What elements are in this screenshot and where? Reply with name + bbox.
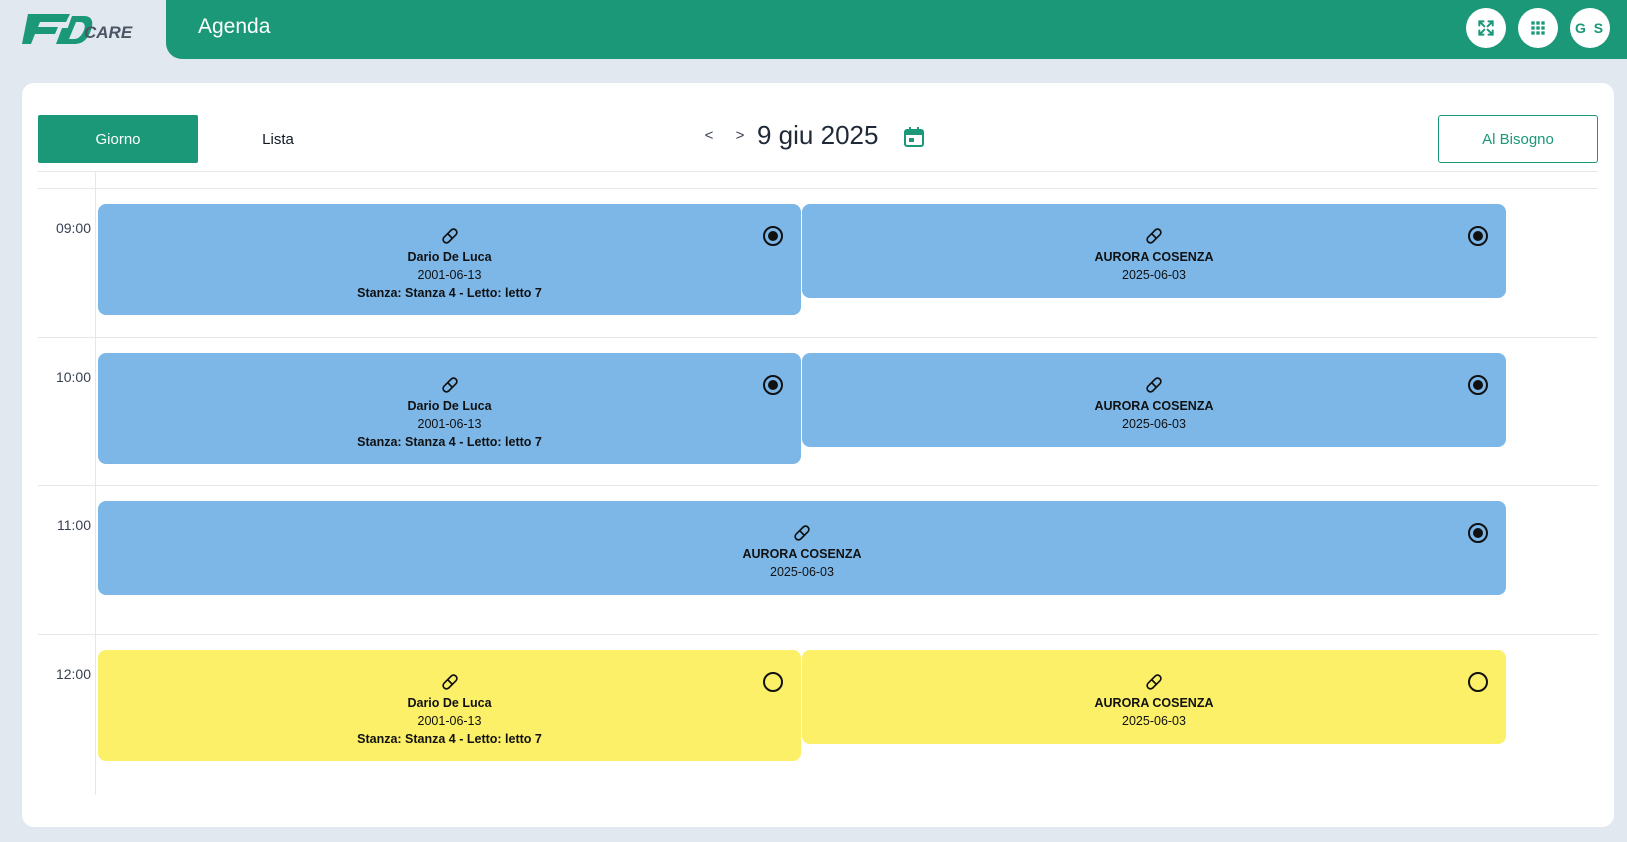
status-radio[interactable] bbox=[1468, 672, 1488, 692]
event-card[interactable]: Dario De Luca 2001-06-13 Stanza: Stanza … bbox=[98, 353, 801, 464]
event-card[interactable]: AURORA COSENZA 2025-06-03 bbox=[802, 650, 1506, 744]
next-day-button[interactable]: > bbox=[730, 127, 750, 144]
grid-line bbox=[38, 485, 1598, 486]
tab-day[interactable]: Giorno bbox=[38, 115, 198, 163]
pill-icon bbox=[1146, 674, 1162, 690]
page-title: Agenda bbox=[198, 15, 271, 38]
status-radio[interactable] bbox=[1468, 523, 1488, 543]
fidcare-logo[interactable]: CARE bbox=[22, 8, 142, 48]
schedule-grid: 09:00 Dario De Luca 2001-06-13 Stanza: S… bbox=[38, 171, 1598, 795]
patient-name: Dario De Luca bbox=[407, 696, 492, 710]
patient-room: Stanza: Stanza 4 - Letto: letto 7 bbox=[357, 286, 542, 300]
patient-date: 2025-06-03 bbox=[1122, 714, 1186, 728]
patient-name: Dario De Luca bbox=[407, 250, 492, 264]
patient-date: 2001-06-13 bbox=[417, 268, 482, 282]
fullscreen-button[interactable] bbox=[1466, 8, 1506, 48]
grid-line bbox=[38, 634, 1598, 635]
patient-date: 2025-06-03 bbox=[1122, 417, 1186, 431]
patient-name: AURORA COSENZA bbox=[1094, 250, 1214, 264]
time-label: 11:00 bbox=[57, 517, 91, 533]
pill-icon bbox=[794, 525, 810, 541]
patient-name: Dario De Luca bbox=[407, 399, 492, 413]
tab-list[interactable]: Lista bbox=[198, 115, 358, 163]
patient-date: 2001-06-13 bbox=[417, 417, 482, 431]
status-radio[interactable] bbox=[763, 672, 783, 692]
grid-line bbox=[38, 188, 1598, 189]
event-card[interactable]: Dario De Luca 2001-06-13 Stanza: Stanza … bbox=[98, 204, 801, 315]
patient-date: 2025-06-03 bbox=[1122, 268, 1186, 282]
patient-name: AURORA COSENZA bbox=[742, 547, 862, 561]
grid-line bbox=[38, 337, 1598, 338]
apps-grid-icon bbox=[1531, 21, 1545, 35]
event-card[interactable]: AURORA COSENZA 2025-06-03 bbox=[98, 501, 1506, 595]
as-needed-button[interactable]: Al Bisogno bbox=[1438, 115, 1598, 163]
time-label: 09:00 bbox=[55, 220, 91, 236]
event-card[interactable]: Dario De Luca 2001-06-13 Stanza: Stanza … bbox=[98, 650, 801, 761]
patient-date: 2001-06-13 bbox=[417, 714, 482, 728]
event-card[interactable]: AURORA COSENZA 2025-06-03 bbox=[802, 204, 1506, 298]
svg-text:CARE: CARE bbox=[84, 23, 133, 42]
pill-icon bbox=[441, 228, 458, 244]
patient-name: AURORA COSENZA bbox=[1094, 696, 1214, 710]
logo-area: CARE bbox=[0, 0, 166, 59]
header-bar: Agenda G S bbox=[166, 0, 1627, 59]
agenda-card: Giorno Lista < > 9 giu 2025 Al Bisogno 0… bbox=[22, 83, 1614, 827]
current-date: 9 giu 2025 bbox=[757, 120, 879, 150]
time-label: 10:00 bbox=[55, 369, 91, 385]
event-card[interactable]: AURORA COSENZA 2025-06-03 bbox=[802, 353, 1506, 447]
status-radio[interactable] bbox=[1468, 375, 1488, 395]
time-label: 12:00 bbox=[55, 666, 91, 682]
pill-icon bbox=[441, 377, 458, 393]
user-initials: G S bbox=[1574, 20, 1606, 36]
top-bar: CARE Agenda G S bbox=[0, 0, 1627, 59]
patient-name: AURORA COSENZA bbox=[1094, 399, 1214, 413]
pill-icon bbox=[1146, 228, 1162, 244]
pill-icon bbox=[441, 674, 458, 690]
prev-day-button[interactable]: < bbox=[699, 127, 719, 144]
status-radio[interactable] bbox=[763, 226, 783, 246]
apps-button[interactable] bbox=[1518, 8, 1558, 48]
status-radio[interactable] bbox=[1468, 226, 1488, 246]
fullscreen-icon bbox=[1478, 20, 1494, 36]
patient-room: Stanza: Stanza 4 - Letto: letto 7 bbox=[357, 435, 542, 449]
time-column-divider bbox=[95, 172, 96, 795]
status-radio[interactable] bbox=[763, 375, 783, 395]
patient-date: 2025-06-03 bbox=[770, 565, 834, 579]
pill-icon bbox=[1146, 377, 1162, 393]
calendar-icon[interactable] bbox=[902, 125, 926, 149]
patient-room: Stanza: Stanza 4 - Letto: letto 7 bbox=[357, 732, 542, 746]
user-avatar[interactable]: G S bbox=[1570, 8, 1610, 48]
